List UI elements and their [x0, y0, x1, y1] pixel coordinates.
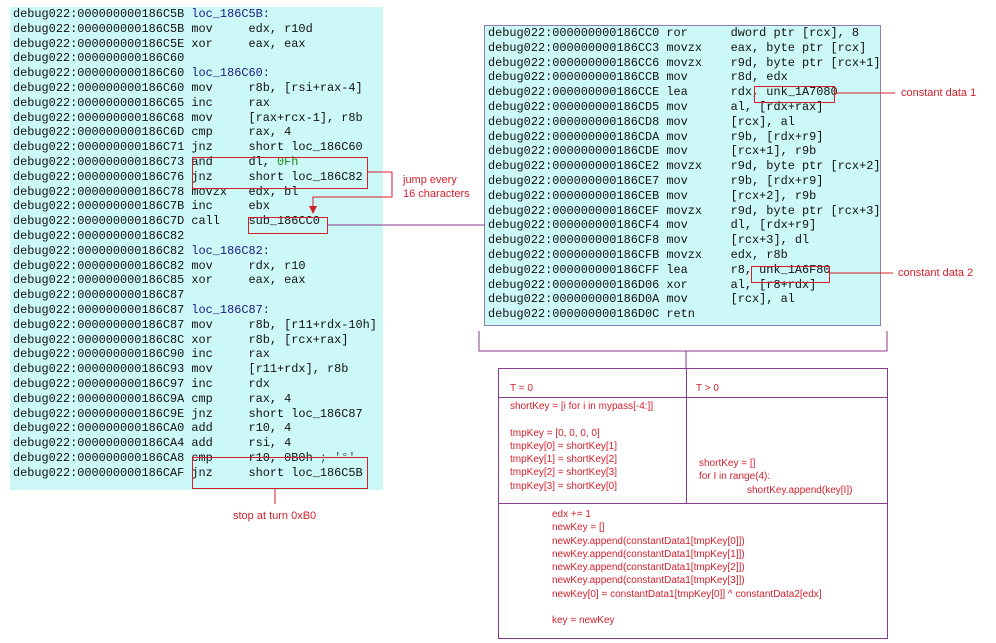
jump-every-annotation: jump every 16 characters — [403, 174, 470, 200]
tgt-header: T > 0 — [696, 383, 719, 394]
tgt-code-1: shortKey = [] for I in range(4): — [699, 458, 771, 483]
pseudocode-table: T = 0 T > 0 shortKey = [i for i in mypas… — [498, 368, 888, 639]
constant-data-1-annotation: constant data 1 — [901, 87, 977, 99]
constant-data-2-annotation: constant data 2 — [898, 267, 974, 279]
right-block-bracket — [478, 331, 888, 352]
t0-header: T = 0 — [510, 383, 533, 394]
tgt-code-2: shortKey.append(key[I]) — [747, 485, 853, 496]
t0-code: shortKey = [i for i in mypass[-4:]] tmpK… — [510, 401, 654, 492]
bottom-code: edx += 1 newKey = [] newKey.append(const… — [552, 509, 822, 627]
jump-arrow — [309, 171, 393, 214]
stop-annotation: stop at turn 0xB0 — [233, 510, 317, 522]
